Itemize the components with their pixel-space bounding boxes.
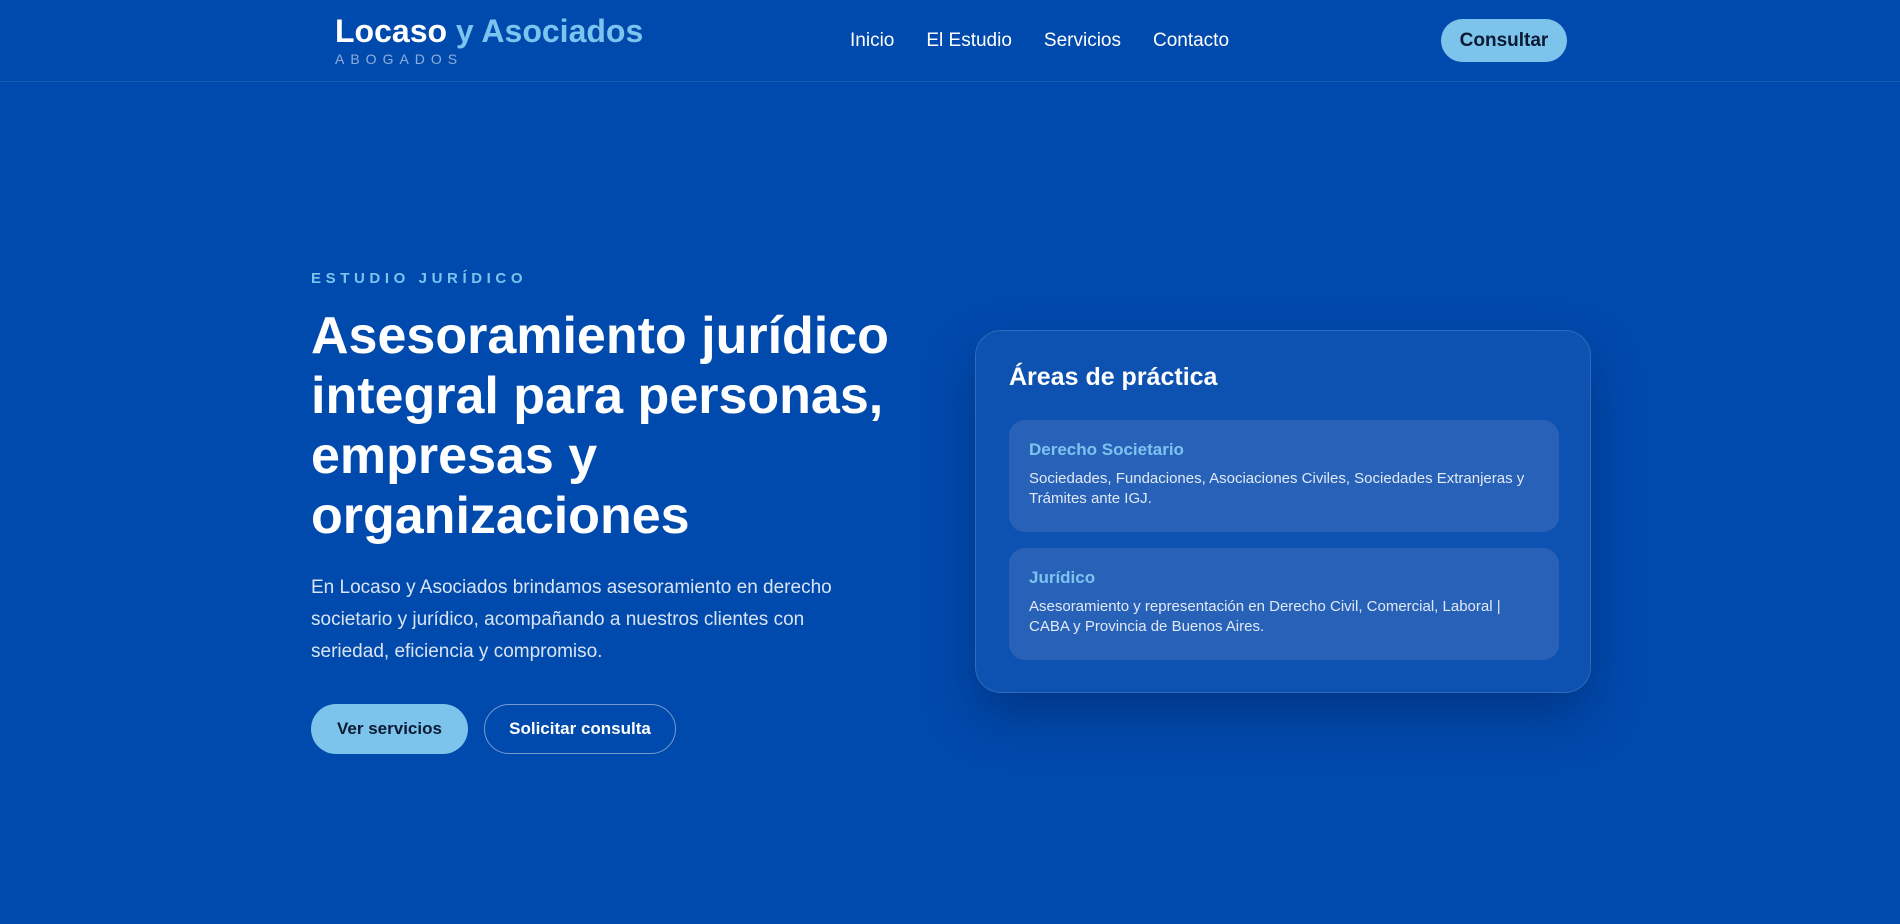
practice-item-name: Derecho Societario <box>1029 440 1184 459</box>
practice-areas-title: Áreas de práctica <box>1009 363 1218 391</box>
brand-name-accent: y Asociados <box>455 13 644 49</box>
solicitar-consulta-button[interactable]: Solicitar consulta <box>484 704 676 754</box>
nav-link-el-estudio[interactable]: El Estudio <box>926 30 1012 52</box>
ver-servicios-button[interactable]: Ver servicios <box>311 704 468 754</box>
practice-item-description: Asesoramiento y representación en Derech… <box>1029 598 1501 635</box>
hero-description: En Locaso y Asociados brindamos asesoram… <box>311 577 832 662</box>
practice-item-juridico: Jurídico Asesoramiento y representación … <box>1009 548 1559 660</box>
practice-item-description: Sociedades, Fundaciones, Asociaciones Ci… <box>1029 470 1525 507</box>
main-nav: Inicio El Estudio Servicios Contacto <box>850 0 1229 82</box>
brand-logo[interactable]: Locaso y Asociados ABOGADOS <box>335 12 643 67</box>
site-header: Locaso y Asociados ABOGADOS Inicio El Es… <box>0 0 1900 82</box>
brand-name-main: Locaso <box>335 13 448 49</box>
nav-link-inicio[interactable]: Inicio <box>850 30 894 52</box>
nav-link-contacto[interactable]: Contacto <box>1153 30 1229 52</box>
practice-item-name: Jurídico <box>1029 568 1096 587</box>
consultar-button[interactable]: Consultar <box>1441 19 1567 62</box>
hero-eyebrow: ESTUDIO JURÍDICO <box>311 270 528 287</box>
hero-title: Asesoramiento jurídico integral para per… <box>311 307 889 545</box>
brand-subtitle: ABOGADOS <box>335 51 464 67</box>
practice-areas-card: Áreas de práctica Derecho Societario Soc… <box>975 330 1591 693</box>
practice-item-derecho-societario: Derecho Societario Sociedades, Fundacion… <box>1009 420 1559 532</box>
brand-name: Locaso y Asociados <box>335 12 643 50</box>
nav-link-servicios[interactable]: Servicios <box>1044 30 1121 52</box>
